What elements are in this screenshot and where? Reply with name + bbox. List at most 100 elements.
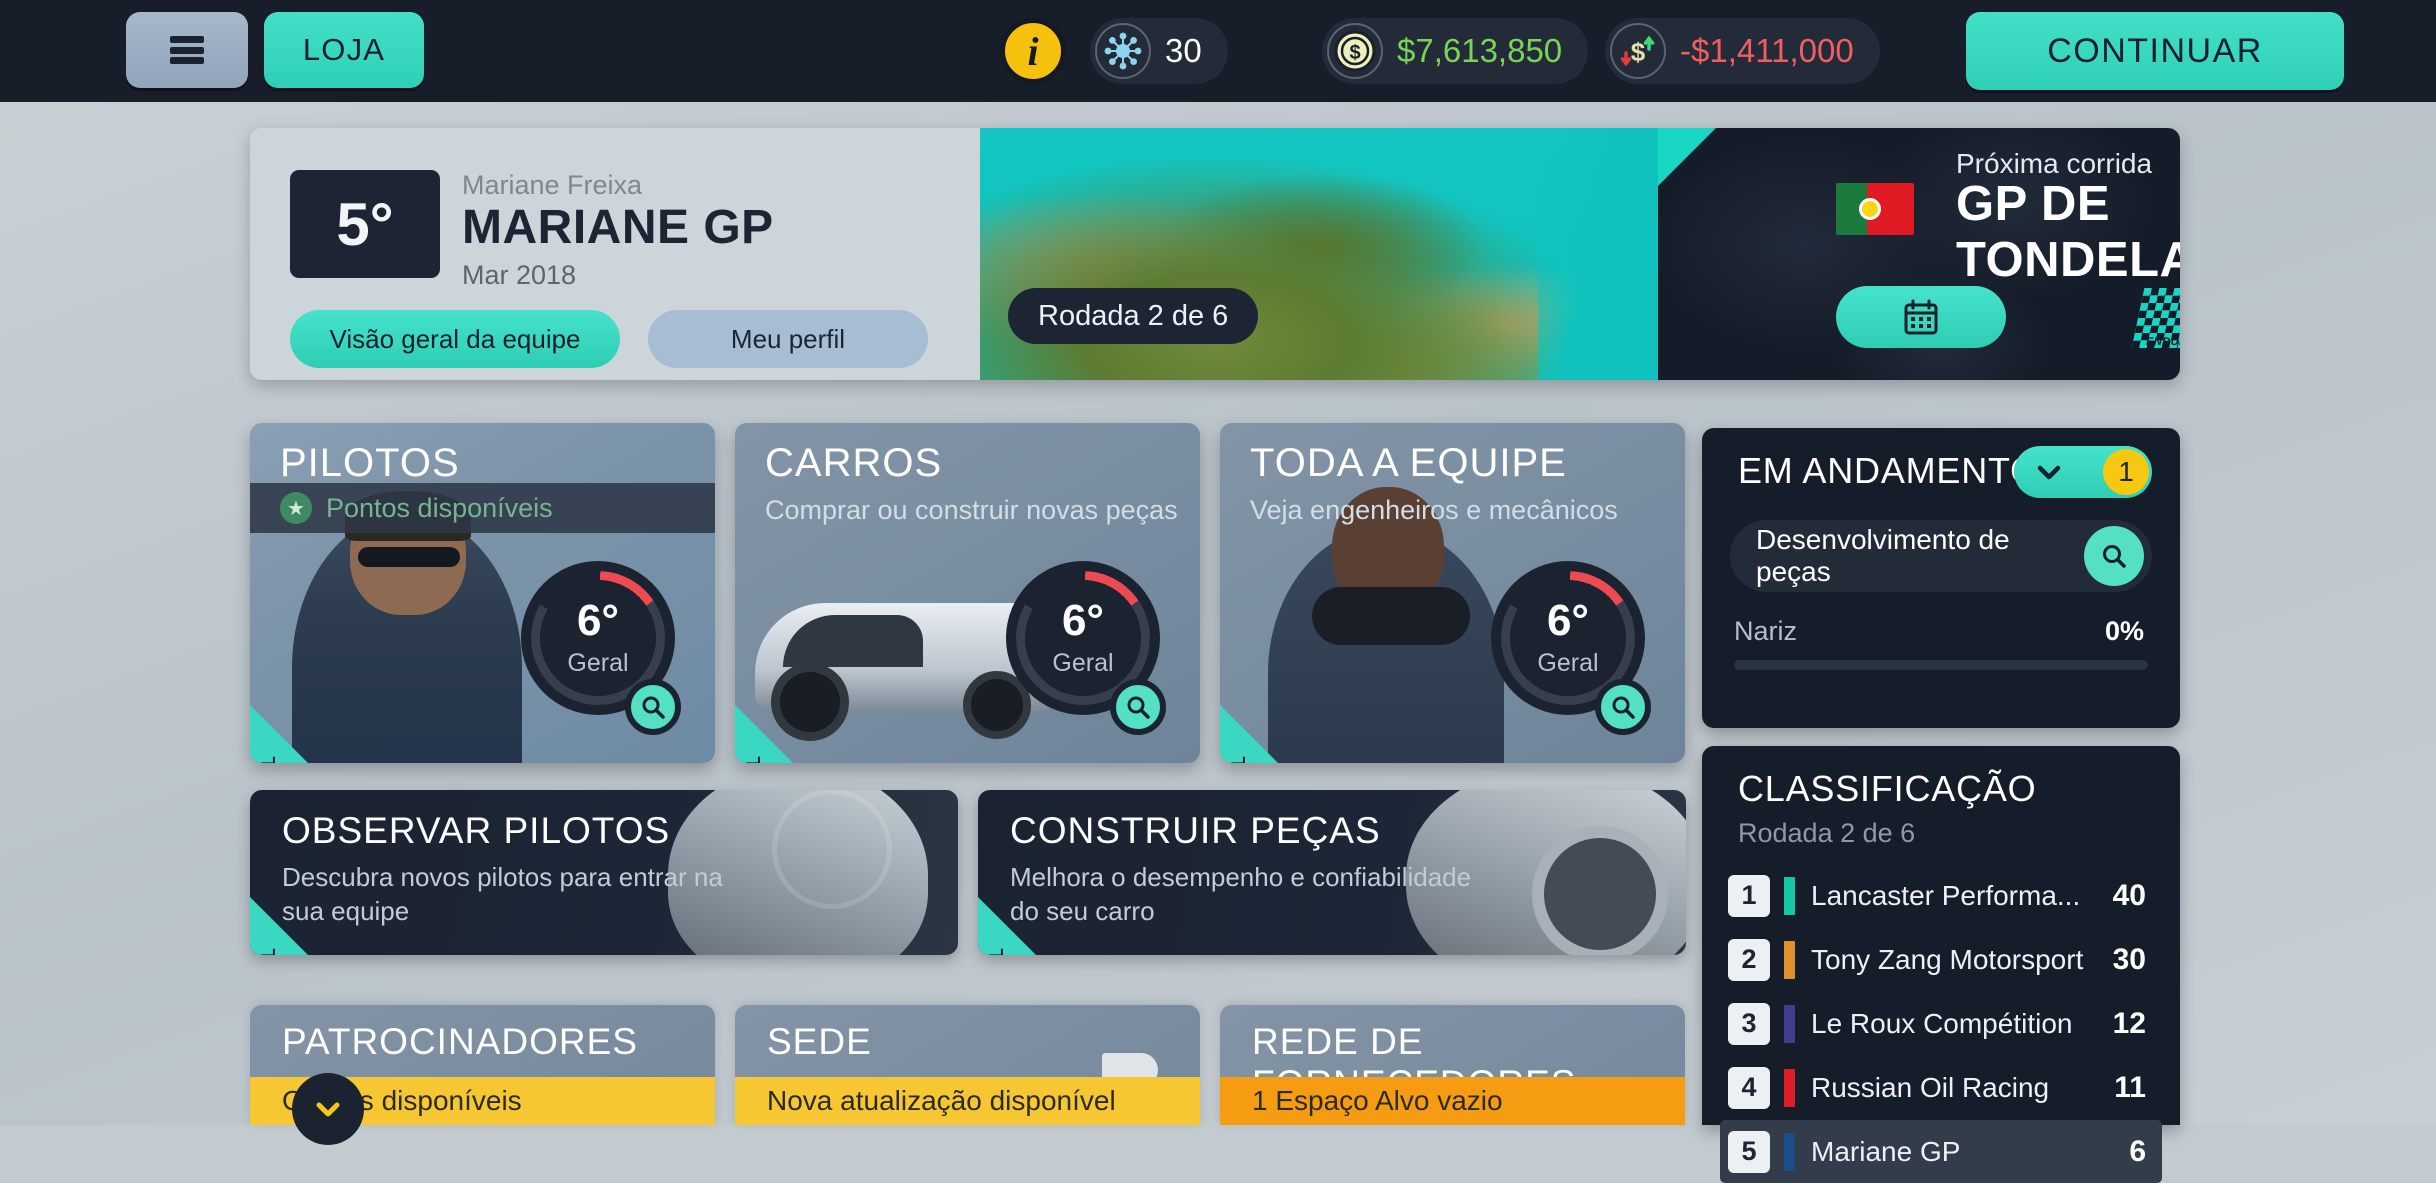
card-patrocinadores-title: PATROCINADORES: [282, 1021, 638, 1062]
card-pilotos[interactable]: PILOTOS ★ Pontos disponíveis 6° Geral: [250, 423, 715, 763]
team-summary: 5° Mariane Freixa MARIANE GP Mar 2018 Vi…: [250, 128, 980, 380]
menu-button[interactable]: [126, 12, 248, 88]
svg-text:$: $: [1631, 37, 1646, 67]
portugal-flag-icon: [1836, 183, 1914, 235]
in-progress-title: EM ANDAMENTO: [1738, 450, 2039, 491]
cash-flow-icon: $: [1610, 23, 1666, 79]
standings-position: 4: [1728, 1066, 1770, 1109]
team-overview-label: Visão geral da equipe: [329, 323, 581, 354]
shop-button[interactable]: LOJA: [264, 12, 424, 88]
star-icon: ★: [280, 492, 312, 524]
molecule-icon: [1095, 23, 1151, 79]
card-pilotos-ribbon: ★ Pontos disponíveis: [250, 483, 715, 533]
card-carros-title: CARROS: [765, 441, 943, 485]
part-progress-bar: [1734, 660, 2148, 670]
card-toda-a-equipe[interactable]: TODA A EQUIPE Veja engenheiros e mecânic…: [1220, 423, 1685, 763]
balance-indicator[interactable]: $ $7,613,850: [1322, 18, 1589, 84]
in-progress-collapse-button[interactable]: 1: [2014, 446, 2152, 498]
team-color-bar: [1784, 876, 1795, 915]
standings-team-name: Le Roux Compétition: [1811, 1007, 2073, 1039]
card-pilotos-title: PILOTOS: [280, 441, 460, 485]
balance-value: $7,613,850: [1397, 32, 1563, 69]
project-inspect-button[interactable]: [2084, 526, 2144, 586]
project-row[interactable]: Desenvolvimento de peças: [1730, 520, 2152, 592]
research-points-indicator[interactable]: 30: [1090, 18, 1228, 84]
card-sede[interactable]: SEDE Nova atualização disponível: [735, 1005, 1200, 1125]
card-pilotos-gauge-label: Geral: [567, 648, 629, 677]
in-progress-count-badge: 1: [2103, 449, 2149, 495]
table-row[interactable]: 1 Lancaster Performa... 40: [1720, 864, 2162, 927]
card-carros-subtitle: Comprar ou construir novas peças: [765, 495, 1178, 525]
table-row[interactable]: 5 Mariane GP 6: [1720, 1120, 2162, 1183]
standings-team-name: Mariane GP: [1811, 1135, 1961, 1167]
next-race-name: GP DE TONDELA: [1956, 177, 2180, 287]
chevron-down-icon: [2037, 465, 2061, 480]
card-observar-corner-accent: [250, 897, 308, 955]
standings-team-name: Russian Oil Racing: [1811, 1071, 2050, 1103]
card-sede-title: SEDE: [767, 1021, 872, 1062]
card-equipe-inspect-button[interactable]: [1595, 679, 1651, 735]
coin-icon: $: [1327, 23, 1383, 79]
standings-position: 3: [1728, 1002, 1770, 1045]
round-chip: Rodada 2 de 6: [1008, 288, 1259, 344]
card-construir-title: CONSTRUIR PEÇAS: [1010, 810, 1381, 851]
standings-points: 12: [2112, 1006, 2146, 1040]
my-profile-button[interactable]: Meu perfil: [648, 310, 928, 368]
card-construir-subtitle: Melhora o desempenho e confiabilidade do…: [1010, 862, 1472, 927]
card-construir-corner-accent: [978, 897, 1036, 955]
card-observar-subtitle: Descubra novos pilotos para entrar na su…: [282, 862, 723, 927]
helmet-vent-art: [772, 790, 892, 909]
team-color-bar: [1784, 1068, 1795, 1107]
standings-title: CLASSIFICAÇÃO: [1738, 768, 2037, 809]
card-rede-fornecedores[interactable]: REDE DE FORNECEDORES 1 Espaço Alvo vazio: [1220, 1005, 1685, 1125]
team-overview-button[interactable]: Visão geral da equipe: [290, 310, 620, 368]
card-equipe-gauge-label: Geral: [1537, 648, 1599, 677]
standings-panel: CLASSIFICAÇÃO Rodada 2 de 6 1 Lancaster …: [1702, 746, 2180, 1183]
standings-position: 5: [1728, 1130, 1770, 1173]
card-sede-banner: Nova atualização disponível: [735, 1077, 1200, 1125]
magnifier-icon: [642, 696, 665, 719]
calendar-button[interactable]: [1836, 286, 2006, 348]
card-pilotos-inspect-button[interactable]: [625, 679, 681, 735]
card-sede-banner-label: Nova atualização disponível: [767, 1085, 1116, 1116]
team-owner-name: Mariane Freixa: [462, 170, 643, 200]
table-row[interactable]: 4 Russian Oil Racing 11: [1720, 1056, 2162, 1119]
card-carros-gauge-value: 6°: [1061, 595, 1105, 645]
team-color-bar: [1784, 1132, 1795, 1171]
my-profile-label: Meu perfil: [730, 323, 846, 354]
card-rede-banner-label: 1 Espaço Alvo vazio: [1252, 1085, 1503, 1116]
card-carros-inspect-button[interactable]: [1110, 679, 1166, 735]
magnifier-icon: [1127, 696, 1150, 719]
card-pilotos-corner-accent: [250, 705, 308, 763]
standings-points: 6: [2129, 1134, 2146, 1168]
calendar-icon: [1901, 297, 1941, 337]
top-bar: LOJA i 30 $ $7,613,850 $ -$1,411,000 CON…: [0, 0, 2436, 102]
table-row[interactable]: 3 Le Roux Compétition 12: [1720, 992, 2162, 1055]
card-observar-pilotos[interactable]: OBSERVAR PILOTOS Descubra novos pilotos …: [250, 790, 958, 955]
card-carros[interactable]: CARROS Comprar ou construir novas peças …: [735, 423, 1200, 763]
next-race-panel: Próxima corrida GP DE TONDELA IEC|B: [1658, 128, 2180, 380]
card-pilotos-gauge-value: 6°: [576, 595, 620, 645]
driver-sunglasses-art: [358, 547, 460, 567]
scroll-down-button[interactable]: [292, 1073, 364, 1145]
magnifier-icon: [2103, 545, 2126, 568]
standings-team-name: Tony Zang Motorsport: [1811, 943, 2084, 975]
cashflow-indicator[interactable]: $ -$1,411,000: [1605, 18, 1880, 84]
card-equipe-title: TODA A EQUIPE: [1250, 441, 1567, 485]
info-icon[interactable]: i: [1000, 18, 1066, 84]
hamburger-icon: [170, 33, 204, 68]
series-subtitle: ENDURANCE: [2144, 336, 2180, 348]
track-preview[interactable]: Rodada 2 de 6: [980, 128, 1658, 380]
card-equipe-subtitle: Veja engenheiros e mecânicos: [1250, 495, 1618, 525]
continue-label: CONTINUAR: [2047, 31, 2263, 70]
card-pilotos-ribbon-label: Pontos disponíveis: [326, 492, 553, 523]
standings-position: 2: [1728, 938, 1770, 981]
card-carros-corner-accent: [735, 705, 793, 763]
project-name: Desenvolvimento de peças: [1756, 523, 2010, 587]
card-construir-pecas[interactable]: CONSTRUIR PEÇAS Melhora o desempenho e c…: [978, 790, 1686, 955]
card-rede-banner: 1 Espaço Alvo vazio: [1220, 1077, 1685, 1125]
table-row[interactable]: 2 Tony Zang Motorsport 30: [1720, 928, 2162, 991]
continue-button[interactable]: CONTINUAR: [1966, 12, 2344, 90]
chevron-down-icon: [316, 1102, 340, 1117]
team-rank-badge: 5°: [290, 170, 440, 278]
